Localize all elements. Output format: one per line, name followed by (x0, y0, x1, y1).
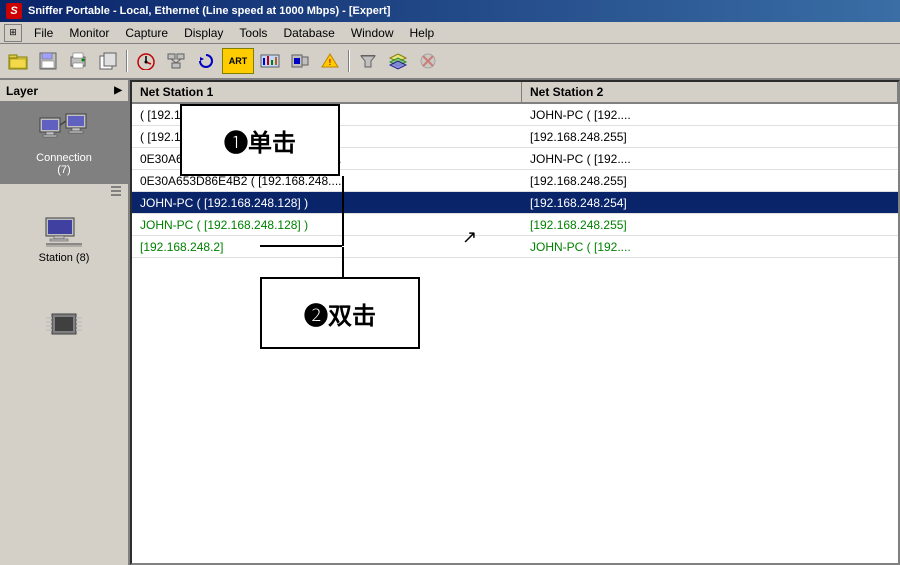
sidebar-item-station[interactable]: Station (8) (0, 200, 128, 280)
toolbar-stats[interactable] (256, 48, 284, 74)
menu-file[interactable]: File (26, 24, 61, 42)
menu-bar: ⊞ File Monitor Capture Display Tools Dat… (0, 22, 900, 44)
table-cell-station2: [192.168.248.255] (522, 172, 898, 190)
sidebar-item-connection-label: Connection(7) (36, 152, 92, 176)
table-cell-station1: 0E30A653D86E4B2 ( [192.168.248.... (132, 172, 522, 190)
toolbar-cancel[interactable] (414, 48, 442, 74)
sidebar: Layer ▶ Connection(7) (0, 80, 130, 565)
table-header: Net Station 1 Net Station 2 (132, 82, 898, 104)
toolbar-refresh[interactable] (192, 48, 220, 74)
main-content: Layer ▶ Connection(7) (0, 80, 900, 565)
sidebar-item-protocol[interactable] (0, 284, 128, 364)
station-icon (42, 216, 86, 248)
table-cell-station1: ( [192.168.248.... (132, 128, 522, 146)
sidebar-item-connection[interactable]: Connection(7) (0, 102, 128, 184)
toolbar-save[interactable] (34, 48, 62, 74)
table-cell-station1: JOHN-PC ( [192.168.248.128] ) (132, 216, 522, 234)
table-cell-station1: 0E30A653D86E4B2 ( [192.168.248.... (132, 150, 522, 168)
sidebar-expand-arrow[interactable]: ▶ (114, 85, 122, 96)
toolbar-network[interactable] (162, 48, 190, 74)
table-cell-station2: JOHN-PC ( [192.... (522, 106, 898, 124)
toolbar-sep-2 (348, 50, 350, 72)
toolbar-filter[interactable] (354, 48, 382, 74)
toolbar-art[interactable]: ART (222, 48, 254, 74)
protocol-icon (42, 308, 86, 340)
toolbar-warning[interactable]: ! (316, 48, 344, 74)
table-cell-station2: JOHN-PC ( [192.... (522, 238, 898, 256)
table-row-selected[interactable]: JOHN-PC ( [192.168.248.128] ) [192.168.2… (132, 192, 898, 214)
app-logo: S (6, 3, 22, 19)
sidebar-header: Layer ▶ (0, 80, 128, 102)
toolbar-sep-1 (126, 50, 128, 72)
toolbar-packets[interactable] (384, 48, 412, 74)
table-header-station2: Net Station 2 (522, 82, 898, 102)
table-cell-station2-selected: [192.168.248.254] (522, 194, 898, 212)
connection-icon (38, 110, 90, 148)
toolbar: ART ! (0, 44, 900, 80)
table-body: ( [192.168.248.... JOHN-PC ( [192.... ( … (132, 104, 898, 563)
menu-window[interactable]: Window (343, 24, 402, 42)
toolbar-copy[interactable] (94, 48, 122, 74)
table-cell-station1: [192.168.248.2] (132, 238, 522, 256)
table-cell-station2: [192.168.248.255] (522, 128, 898, 146)
table-row[interactable]: ( [192.168.248.... JOHN-PC ( [192.... (132, 104, 898, 126)
table-cell-station1: ( [192.168.248.... (132, 106, 522, 124)
menu-tools[interactable]: Tools (231, 24, 275, 42)
table-row[interactable]: JOHN-PC ( [192.168.248.128] ) [192.168.2… (132, 214, 898, 236)
sidebar-header-label: Layer (6, 84, 38, 98)
table-row[interactable]: 0E30A653D86E4B2 ( [192.168.248.... JOHN-… (132, 148, 898, 170)
toolbar-open[interactable] (4, 48, 32, 74)
menu-monitor[interactable]: Monitor (61, 24, 117, 42)
table-area: Net Station 1 Net Station 2 ( [192.168.2… (130, 80, 900, 565)
svg-text:!: ! (329, 58, 332, 67)
sidebar-item-station-label: Station (8) (39, 252, 90, 264)
table-header-station1: Net Station 1 (132, 82, 522, 102)
toolbar-dashboard[interactable] (132, 48, 160, 74)
table-cell-station1-selected: JOHN-PC ( [192.168.248.128] ) (132, 194, 522, 212)
title-bar-text: Sniffer Portable - Local, Ethernet (Line… (28, 5, 390, 17)
menu-icon: ⊞ (4, 24, 22, 42)
toolbar-print[interactable] (64, 48, 92, 74)
menu-capture[interactable]: Capture (117, 24, 176, 42)
table-row[interactable]: ( [192.168.248.... [192.168.248.255] (132, 126, 898, 148)
table-cell-station2: JOHN-PC ( [192.... (522, 150, 898, 168)
menu-help[interactable]: Help (402, 24, 443, 42)
menu-display[interactable]: Display (176, 24, 231, 42)
table-cell-station2: [192.168.248.255] (522, 216, 898, 234)
menu-database[interactable]: Database (275, 24, 342, 42)
title-bar: S Sniffer Portable - Local, Ethernet (Li… (0, 0, 900, 22)
toolbar-capture[interactable] (286, 48, 314, 74)
table-row[interactable]: 0E30A653D86E4B2 ( [192.168.248.... [192.… (132, 170, 898, 192)
table-row[interactable]: [192.168.248.2] JOHN-PC ( [192.... (132, 236, 898, 258)
